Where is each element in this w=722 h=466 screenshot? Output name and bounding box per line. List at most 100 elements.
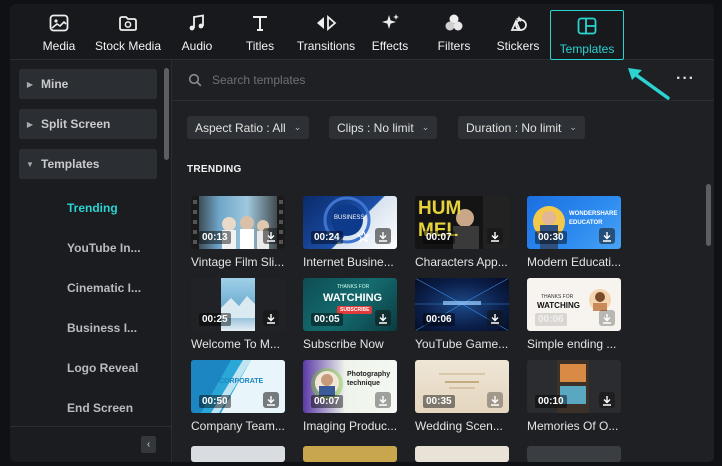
sidebar-item-end-screen[interactable]: End Screen: [67, 401, 133, 415]
duration-dropdown[interactable]: Duration : No limit ⌄: [458, 116, 585, 139]
aspect-ratio-dropdown[interactable]: Aspect Ratio : All ⌄: [187, 116, 310, 139]
template-card[interactable]: THANKS FOR WATCHING SUBSCRIBE 00:05 Subs…: [303, 278, 397, 351]
duration-badge: 00:06: [423, 313, 455, 326]
template-thumbnail: BUSINESS 00:24: [303, 196, 397, 249]
chevron-down-icon: ⌄: [569, 122, 577, 132]
sidebar-group-split-screen[interactable]: ▶ Split Screen: [19, 109, 157, 139]
download-icon[interactable]: [375, 392, 391, 408]
template-thumbnail: 00:25: [191, 278, 285, 331]
favorite-star-icon[interactable]: [355, 228, 371, 244]
duration-badge: 00:06: [535, 313, 567, 326]
thumbnail-text: WONDERSHARE EDUCATOR: [569, 211, 618, 226]
template-card[interactable]: BUSINESS 00:24 Internet Busine...: [303, 196, 397, 269]
clips-dropdown[interactable]: Clips : No limit ⌄: [329, 116, 438, 139]
tab-label: Effects: [371, 39, 409, 53]
duration-badge: 00:35: [423, 395, 455, 408]
sparkle-icon: [379, 12, 401, 34]
caret-down-icon: ▼: [26, 159, 34, 169]
filters-icon: [443, 12, 465, 34]
download-icon[interactable]: [599, 228, 615, 244]
thumbnail-text: CORPORATE: [219, 378, 264, 385]
template-card[interactable]: 00:06 YouTube Game...: [415, 278, 509, 351]
category-sidebar: ▶ Mine ▶ Split Screen ▼ Templates Trendi…: [10, 60, 172, 462]
tab-titles[interactable]: Titles: [241, 8, 279, 56]
template-card[interactable]: THANKS FOR WATCHING 00:06 Simple ending …: [527, 278, 621, 351]
download-icon[interactable]: [375, 310, 391, 326]
sidebar-group-label: Mine: [41, 77, 69, 91]
tab-label: Templates: [559, 42, 615, 56]
tab-label: Transitions: [296, 39, 356, 53]
template-thumbnail: 00:13: [191, 196, 285, 249]
sidebar-item-cinematic-intro[interactable]: Cinematic I...: [67, 281, 141, 295]
section-title: TRENDING: [187, 164, 242, 175]
tab-filters[interactable]: Filters: [434, 8, 474, 56]
tab-transitions[interactable]: Transitions: [294, 8, 358, 56]
thumbnail-text: WATCHING: [323, 292, 383, 304]
template-thumbnail-partial[interactable]: [303, 446, 397, 462]
download-icon[interactable]: [599, 310, 615, 326]
templates-icon: [576, 15, 598, 37]
music-note-icon: [186, 12, 208, 34]
download-icon[interactable]: [487, 310, 503, 326]
template-card[interactable]: CORPORATE 00:50 Company Team...: [191, 360, 285, 433]
download-icon[interactable]: [263, 310, 279, 326]
template-thumbnail: HUM MEL 00:07: [415, 196, 509, 249]
template-thumbnail: Photography technique 00:07: [303, 360, 397, 413]
thumbnail-pretext: THANKS FOR: [337, 284, 370, 290]
template-card[interactable]: 00:25 Welcome To M...: [191, 278, 285, 351]
template-title: Wedding Scen...: [415, 419, 503, 433]
chevron-down-icon: ⌄: [293, 122, 302, 132]
template-card[interactable]: 00:10 Memories Of O...: [527, 360, 621, 433]
duration-badge: 00:13: [199, 231, 231, 244]
template-thumbnail-partial[interactable]: [191, 446, 285, 462]
template-card[interactable]: HUM MEL 00:07 Characters App...: [415, 196, 509, 269]
duration-badge: 00:10: [535, 395, 567, 408]
tab-label: Audio: [181, 39, 213, 53]
tab-audio[interactable]: Audio: [177, 8, 217, 56]
tab-stickers[interactable]: Stickers: [494, 8, 542, 56]
template-card[interactable]: 00:13 Vintage Film Sli...: [191, 196, 285, 269]
template-thumbnail-partial[interactable]: [527, 446, 621, 462]
sidebar-item-logo-reveal[interactable]: Logo Reveal: [67, 361, 138, 375]
content-scrollbar[interactable]: [706, 184, 711, 246]
download-icon[interactable]: [263, 392, 279, 408]
template-thumbnail: WONDERSHARE EDUCATOR 00:30: [527, 196, 621, 249]
template-card[interactable]: 00:35 Wedding Scen...: [415, 360, 509, 433]
more-options-icon[interactable]: ···: [676, 70, 695, 88]
dropdown-label: Aspect Ratio : All: [195, 120, 286, 135]
sidebar-scrollbar[interactable]: [164, 68, 169, 160]
tab-label: Media: [42, 39, 76, 53]
tab-stock-media[interactable]: Stock Media: [94, 8, 162, 56]
thumbnail-pretext: THANKS FOR: [541, 294, 574, 300]
template-card[interactable]: Photography technique 00:07 Imaging Prod…: [303, 360, 397, 433]
sidebar-group-mine[interactable]: ▶ Mine: [19, 69, 157, 99]
download-icon[interactable]: [375, 228, 391, 244]
tab-templates[interactable]: Templates: [550, 10, 624, 60]
search-input[interactable]: [212, 73, 612, 87]
sidebar-group-templates[interactable]: ▼ Templates: [19, 149, 157, 179]
sidebar-item-trending[interactable]: Trending: [67, 201, 118, 215]
template-title: Subscribe Now: [303, 337, 384, 351]
annotation-arrow-icon: [628, 68, 670, 100]
template-card[interactable]: WONDERSHARE EDUCATOR 00:30 Modern Educat…: [527, 196, 621, 269]
templates-content: ··· Aspect Ratio : All ⌄ Clips : No limi…: [172, 60, 714, 462]
duration-badge: 00:24: [311, 231, 343, 244]
search-icon: [188, 73, 202, 87]
duration-badge: 00:50: [199, 395, 231, 408]
template-thumbnail: CORPORATE 00:50: [191, 360, 285, 413]
collapse-sidebar-button[interactable]: ‹: [141, 436, 156, 453]
download-icon[interactable]: [599, 392, 615, 408]
template-thumbnail-partial[interactable]: [415, 446, 509, 462]
sidebar-footer: ‹: [10, 426, 171, 462]
download-icon[interactable]: [487, 228, 503, 244]
templates-panel: Media Stock Media Audio Titles Transitio…: [10, 4, 714, 462]
download-icon[interactable]: [487, 392, 503, 408]
tab-media[interactable]: Media: [36, 8, 82, 56]
tab-effects[interactable]: Effects: [368, 8, 412, 56]
sidebar-group-label: Templates: [41, 157, 100, 171]
tab-label: Stickers: [496, 39, 540, 53]
caret-right-icon: ▶: [26, 79, 34, 89]
sidebar-item-youtube-intro[interactable]: YouTube In...: [67, 241, 141, 255]
sidebar-item-business-intro[interactable]: Business I...: [67, 321, 137, 335]
download-icon[interactable]: [263, 228, 279, 244]
